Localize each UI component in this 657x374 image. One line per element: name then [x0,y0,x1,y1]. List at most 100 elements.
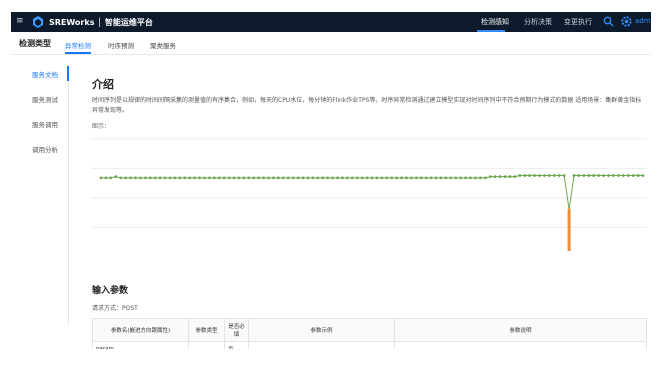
app-window: ≡ SREWorks │ 智能运维平台 检测感知 分析决策 变更执行 admin… [11,12,651,349]
chart-point [262,176,265,180]
chart-point [533,174,536,177]
chart-point [286,176,290,180]
table-header-row: 参数名(嵌进方向跟属性) 参数类型 是否必填 参数示例 参数说明 [92,318,647,342]
chart-point [503,175,507,179]
chart-point [355,176,359,180]
chart-point [345,176,349,180]
nav-change[interactable]: 变更执行 [564,17,592,27]
chart-point [410,176,413,180]
chart-point [365,176,369,180]
chart-point [336,176,339,180]
chart-point [203,176,206,180]
sidebar-item-analysis[interactable]: 调用分析 [32,144,58,154]
sidebar: 服务文档 服务测试 服务调用 调用分析 [11,55,69,349]
chart-point [114,175,118,179]
cell-example [248,341,395,349]
chart-point [212,176,216,180]
sidebar-item-test[interactable]: 服务测试 [32,94,58,104]
chart-point [380,176,384,180]
gear-icon[interactable] [620,15,633,28]
anomaly-chart [91,138,647,251]
cell-description [394,341,647,349]
sidebar-active-indicator [67,66,69,81]
chart-point [119,176,123,180]
chart-point [158,176,162,180]
chart-point [153,176,157,180]
chart-point [572,174,576,177]
chart-point [464,176,468,180]
chart-point [232,176,236,180]
chart-point [626,174,630,177]
chart-point [538,174,541,177]
tab-anomaly-detection[interactable]: 异常检测 [65,40,91,50]
chart-point [395,176,399,180]
col-header-type: 参数类型 [188,318,225,342]
intro-heading: 介绍 [92,78,114,91]
chart-point [183,176,187,180]
chart-point [281,176,285,180]
chart-point [237,176,241,180]
chart-point [597,174,601,177]
chart-point [222,176,226,180]
chart-point [276,176,280,180]
chart-anomaly-point [567,208,571,212]
chart-point [124,176,128,180]
chart-point [621,174,625,177]
chart-point [414,176,418,180]
search-icon[interactable] [603,16,614,27]
chart-point [296,176,300,180]
intro-text: 时间序列是以规律的时间间隔采集的测量值的有序集合，例如，每天的CPU水位，每分钟… [92,97,642,114]
chart-point [173,176,177,180]
user-name[interactable]: admin [635,17,651,25]
chart-point [134,176,137,180]
chart-point [405,176,408,180]
nav-analyze[interactable]: 分析决策 [524,17,552,27]
chart-point [479,176,482,180]
chart-point [242,176,246,180]
top-navbar: ≡ SREWorks │ 智能运维平台 检测感知 分析决策 变更执行 admin [11,12,651,32]
chart-point [148,176,152,180]
chart-point [518,174,522,177]
col-header-example: 参数示例 [248,318,395,342]
sidebar-item-invoke[interactable]: 服务调用 [32,119,58,129]
chart-point [129,176,132,180]
hamburger-icon[interactable]: ≡ [16,16,24,26]
chart-point [419,176,423,180]
chart-point [109,176,113,180]
chart-point [547,174,551,177]
params-table: 参数名(嵌进方向跟属性) 参数类型 是否必填 参数示例 参数说明 param 否 [92,318,647,349]
sidebar-item-docs[interactable]: 服务文档 [32,69,58,79]
chart-point [543,174,546,177]
chart-point [360,176,364,180]
nav-detect[interactable]: 检测感知 [481,17,509,27]
chart-point [429,176,433,180]
tab-timeseries-forecast[interactable]: 时序预测 [108,40,134,50]
chart-point [252,176,256,180]
chart-point [99,176,103,180]
logo-icon [33,16,43,28]
chart-anomaly-bar [567,209,571,251]
chart-point [227,176,231,180]
chart-point [291,176,295,180]
brand-title: SREWorks │ 智能运维平台 [49,18,153,27]
chart-point [592,174,596,177]
chart-point [616,174,620,177]
chart-point [375,176,379,180]
tab-clustering[interactable]: 聚类服务 [150,40,176,50]
chart-point [582,174,586,177]
chart-point [321,176,325,180]
chart-point [350,176,354,180]
chart-point [434,176,438,180]
chart-point [607,174,610,177]
tab-active-indicator [65,52,91,54]
chart-point [587,174,591,177]
chart-point [163,176,167,180]
chart-point [188,176,192,180]
chart-point [217,176,221,180]
chart-point [139,176,142,180]
chart-point [454,176,458,180]
chart-point [636,174,640,177]
chart-point [508,175,512,179]
chart-point [488,175,492,179]
chart-point [326,176,330,180]
